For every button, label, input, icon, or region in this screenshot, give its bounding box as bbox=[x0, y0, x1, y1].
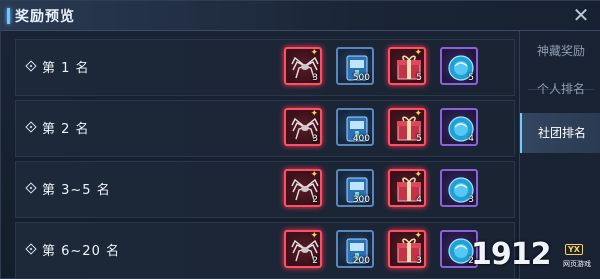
rank-label: 第 3~5 名 bbox=[42, 183, 111, 198]
watermark-number: 1912 bbox=[471, 237, 551, 272]
window-title: 奖励预览 bbox=[15, 9, 75, 25]
item-count: 3 bbox=[312, 73, 318, 83]
reward-item[interactable]: ✦ 3 bbox=[284, 47, 322, 85]
item-count: 3 bbox=[468, 195, 474, 205]
rarity-star-icon: ✦ bbox=[310, 109, 318, 119]
reward-row: 第 1 名 ✦ 3 500 ✦ 5 5 bbox=[15, 39, 515, 96]
tab-guild-ranking[interactable]: 社团排名 bbox=[520, 113, 600, 153]
reward-item[interactable]: ✦ 5 bbox=[388, 108, 426, 146]
item-count: 5 bbox=[416, 73, 422, 83]
item-count: 4 bbox=[468, 134, 474, 144]
rarity-star-icon: ✦ bbox=[414, 109, 422, 119]
reward-item[interactable]: 400 bbox=[336, 108, 374, 146]
reward-item[interactable]: ✦ 2 bbox=[284, 230, 322, 268]
item-count: 400 bbox=[352, 134, 370, 144]
item-count: 200 bbox=[352, 256, 370, 266]
reward-item[interactable]: ✦ 4 bbox=[388, 169, 426, 207]
reward-item[interactable]: 4 bbox=[440, 108, 478, 146]
item-count: 5 bbox=[416, 134, 422, 144]
rank-label: 第 1 名 bbox=[42, 61, 90, 76]
item-count: 2 bbox=[312, 195, 318, 205]
watermark-badge: YX bbox=[565, 244, 583, 255]
site-watermark-logo: 1912 YX 网页游戏 bbox=[471, 237, 591, 277]
rarity-star-icon: ✦ bbox=[310, 170, 318, 180]
reward-item[interactable]: 300 bbox=[336, 169, 374, 207]
close-button[interactable]: ✕ bbox=[571, 5, 591, 25]
diamond-bullet-icon bbox=[25, 60, 37, 72]
item-count: 3 bbox=[312, 134, 318, 144]
watermark-subtitle: 网页游戏 bbox=[563, 260, 591, 268]
rarity-star-icon: ✦ bbox=[310, 231, 318, 241]
item-count: 5 bbox=[468, 73, 474, 83]
rarity-star-icon: ✦ bbox=[414, 170, 422, 180]
rarity-star-icon: ✦ bbox=[414, 231, 422, 241]
reward-items: ✦ 2 200 ✦ 3 2 bbox=[284, 230, 478, 268]
rank-label: 第 2 名 bbox=[42, 122, 90, 137]
title-bar: 奖励预览 ✕ bbox=[1, 1, 600, 31]
reward-row: 第 3~5 名 ✦ 2 300 ✦ 4 3 bbox=[15, 161, 515, 218]
item-count: 3 bbox=[416, 256, 422, 266]
diamond-bullet-icon bbox=[25, 182, 37, 194]
reward-item[interactable]: 200 bbox=[336, 230, 374, 268]
rank-label: 第 6~20 名 bbox=[42, 244, 120, 259]
reward-item[interactable]: ✦ 5 bbox=[388, 47, 426, 85]
reward-row: 第 2 名 ✦ 3 400 ✦ 5 4 bbox=[15, 100, 515, 157]
item-count: 500 bbox=[352, 73, 370, 83]
title-accent-bar bbox=[7, 8, 10, 24]
reward-item[interactable]: 500 bbox=[336, 47, 374, 85]
reward-items: ✦ 2 300 ✦ 4 3 bbox=[284, 169, 478, 207]
diamond-bullet-icon bbox=[25, 243, 37, 255]
reward-items: ✦ 3 500 ✦ 5 5 bbox=[284, 47, 478, 85]
reward-preview-window: 奖励预览 ✕ 第 1 名 ✦ 3 500 ✦ 5 5 第 2 名 ✦ 3 400 ✦ 5 4 第 3… bbox=[0, 0, 600, 279]
reward-item[interactable]: ✦ 3 bbox=[388, 230, 426, 268]
reward-item[interactable]: ✦ 2 bbox=[284, 169, 322, 207]
rarity-star-icon: ✦ bbox=[414, 48, 422, 58]
reward-item[interactable]: 3 bbox=[440, 169, 478, 207]
reward-items: ✦ 3 400 ✦ 5 4 bbox=[284, 108, 478, 146]
reward-row: 第 6~20 名 ✦ 2 200 ✦ 3 2 bbox=[15, 222, 515, 279]
item-count: 2 bbox=[312, 256, 318, 266]
item-count: 300 bbox=[352, 195, 370, 205]
diamond-bullet-icon bbox=[25, 121, 37, 133]
reward-item[interactable]: 5 bbox=[440, 47, 478, 85]
tab-treasure-rewards[interactable]: 神藏奖励 bbox=[520, 31, 600, 71]
reward-rows: 第 1 名 ✦ 3 500 ✦ 5 5 第 2 名 ✦ 3 400 ✦ 5 4 第 3~5 名 ✦ 2… bbox=[15, 39, 515, 279]
reward-item[interactable]: ✦ 3 bbox=[284, 108, 322, 146]
item-count: 4 bbox=[416, 195, 422, 205]
rarity-star-icon: ✦ bbox=[310, 48, 318, 58]
tab-personal-ranking[interactable]: 个人排名 bbox=[520, 69, 600, 109]
